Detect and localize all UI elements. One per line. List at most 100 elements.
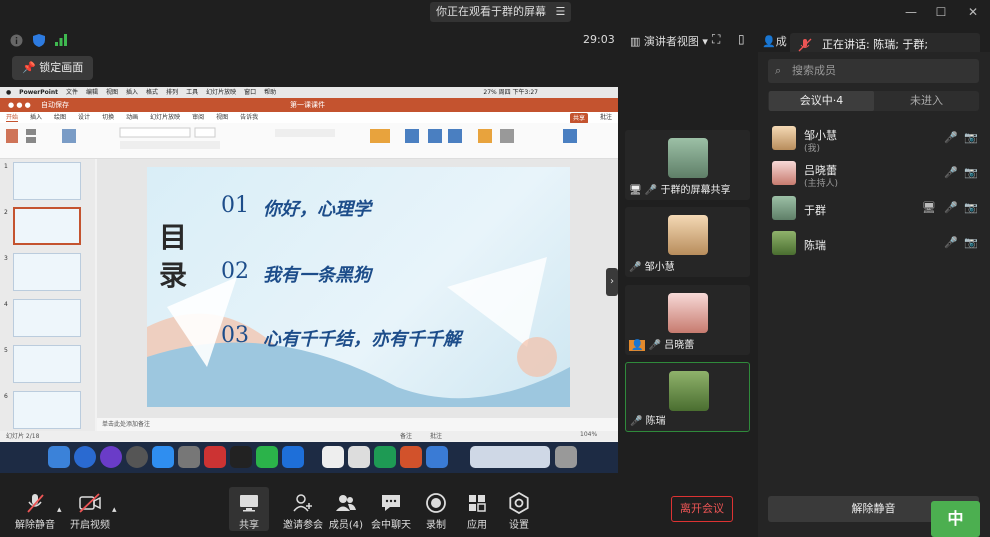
leave-meeting-button[interactable]: 离开会议: [671, 496, 733, 522]
unmute-button[interactable]: 解除静音: [8, 492, 62, 531]
mic-icon: 🎤: [644, 185, 658, 196]
appstore-icon: [152, 446, 174, 468]
video-tile[interactable]: 👤 🎤 吕晓蕾: [625, 285, 750, 355]
status-notes: 备注: [400, 433, 413, 440]
maximize-button[interactable]: ☐: [926, 0, 956, 24]
trash-icon: [555, 446, 577, 468]
signal-icon[interactable]: [55, 33, 67, 46]
video-tile-active[interactable]: 🎤 陈瑞: [625, 362, 750, 432]
shield-icon[interactable]: [33, 33, 45, 47]
ribbon-tab: 视图: [216, 114, 229, 121]
lock-screen-button[interactable]: 📌 锁定画面: [12, 56, 94, 80]
ribbon-tab: 动画: [126, 114, 139, 121]
mac-menu-item: 幻灯片放映: [206, 89, 237, 96]
host-icon: 👤: [629, 340, 646, 351]
video-off-icon[interactable]: 📷: [964, 131, 978, 144]
muted-mic-icon[interactable]: 🎤: [944, 131, 958, 144]
mic-active-icon[interactable]: 🎤: [944, 236, 958, 249]
avatar: [668, 138, 708, 178]
caret-up-icon[interactable]: ▴: [112, 505, 117, 515]
member-name: 于群: [804, 204, 826, 217]
thumbnail: [13, 162, 81, 200]
screen-share-icon: 🖥: [922, 201, 936, 214]
tab-in-meeting[interactable]: 会议中·4: [769, 91, 874, 111]
video-off-icon[interactable]: 📷: [964, 236, 978, 249]
mic-icon[interactable]: 🎤: [944, 166, 958, 179]
mac-menu-item: 排列: [166, 89, 179, 96]
chevron-down-icon: ▾: [702, 35, 708, 48]
thumbnail: [13, 253, 81, 291]
member-row[interactable]: 邹小慧 (我) 🎤 📷: [772, 124, 978, 154]
member-row[interactable]: 吕晓蕾 (主持人) 🎤 📷: [772, 159, 978, 189]
member-row[interactable]: 陈瑞 🎤 📷: [772, 229, 978, 259]
start-video-button[interactable]: 开启视频: [63, 492, 117, 531]
member-row[interactable]: 于群 🖥 🎤 📷: [772, 194, 978, 224]
calendar-icon: [322, 446, 344, 468]
video-tile-share[interactable]: 🖥 🎤 于群的屏幕共享: [625, 130, 750, 200]
thumbnail: [13, 345, 81, 383]
record-label: 录制: [426, 520, 446, 531]
add-user-icon: [293, 494, 312, 512]
pin-icon: 📌: [22, 61, 36, 74]
mac-status: 27% 周四 下午3:27: [483, 89, 538, 96]
ppt-comment-button: 批注: [599, 114, 612, 121]
tab-not-joined[interactable]: 未进入: [874, 91, 979, 111]
toc-number: 02: [221, 259, 249, 284]
ime-indicator[interactable]: 中: [931, 501, 980, 537]
caret-up-icon[interactable]: ▴: [57, 505, 62, 515]
window-title-text: 你正在观看于群的屏幕: [436, 5, 546, 18]
mac-menu-item: 格式: [146, 89, 159, 96]
thumbnail: [13, 391, 81, 429]
screen-share-icon: [240, 495, 258, 512]
toc-item: 我有一条黑狗: [263, 265, 371, 286]
video-off-icon[interactable]: 📷: [964, 166, 978, 179]
settings-button[interactable]: 设置: [492, 492, 546, 531]
apps-icon: [469, 495, 486, 512]
ppt-doc-title: 第一课课件: [290, 101, 325, 109]
mac-menu-item: 工具: [186, 89, 199, 96]
tile-name-text: 邹小慧: [644, 262, 675, 273]
settings-label: 设置: [509, 520, 529, 531]
slide-counter: 幻灯片 2/18: [6, 433, 40, 440]
chevron-right-icon[interactable]: ›: [606, 268, 618, 296]
chat-label: 会中聊天: [371, 520, 411, 531]
ribbon-tab: 插入: [30, 114, 43, 121]
video-tile[interactable]: 🎤 邹小慧: [625, 207, 750, 277]
video-off-icon[interactable]: 📷: [964, 201, 978, 214]
members-label: 成员(4): [328, 520, 364, 531]
menu-lines-icon[interactable]: ☰: [556, 5, 566, 18]
status-comments: 批注: [430, 433, 443, 440]
search-input[interactable]: ⌕ 搜索成员: [768, 59, 979, 83]
mic-icon: 🎤: [648, 340, 662, 351]
traffic-lights-icon: ● ● ●: [8, 101, 31, 109]
notes-app-icon: [348, 446, 370, 468]
view-switch[interactable]: ▥ 演讲者视图 ▾: [630, 33, 708, 49]
member-tabs: 会议中·4 未进入: [768, 91, 979, 111]
avatar: [772, 126, 796, 150]
wechat-icon: [256, 446, 278, 468]
screen-share-icon: 🖥: [629, 185, 642, 196]
sidebar-toggle-icon[interactable]: ▯: [738, 32, 745, 46]
info-icon[interactable]: [10, 33, 23, 47]
toc-item: 心有千千结，亦有千千解: [263, 329, 461, 350]
meeting-timer: 29:03: [583, 33, 615, 46]
mic-icon[interactable]: 🎤: [944, 201, 958, 214]
settings-app-icon: [178, 446, 200, 468]
members-toggle[interactable]: 👤成: [762, 33, 787, 49]
mac-menu-item: 视图: [106, 89, 119, 96]
thumb-number: 5: [4, 347, 8, 354]
avatar: [772, 161, 796, 185]
video-off-icon: [79, 493, 101, 513]
ribbon-tab: 设计: [78, 114, 91, 121]
close-button[interactable]: ✕: [958, 0, 988, 24]
share-button[interactable]: 共享: [222, 492, 276, 531]
muted-mic-icon: [27, 494, 44, 513]
mic-active-icon: 🎤: [630, 416, 643, 427]
fullscreen-icon[interactable]: ⛶: [712, 32, 720, 47]
minimize-button[interactable]: —: [896, 0, 926, 24]
tile-name: 👤 🎤 吕晓蕾: [629, 336, 694, 351]
music-app-icon: [204, 446, 226, 468]
toc-item: 你好，心理学: [263, 199, 371, 220]
ribbon-tab: 幻灯片放映: [150, 114, 181, 121]
thumb-number: 1: [4, 163, 8, 170]
